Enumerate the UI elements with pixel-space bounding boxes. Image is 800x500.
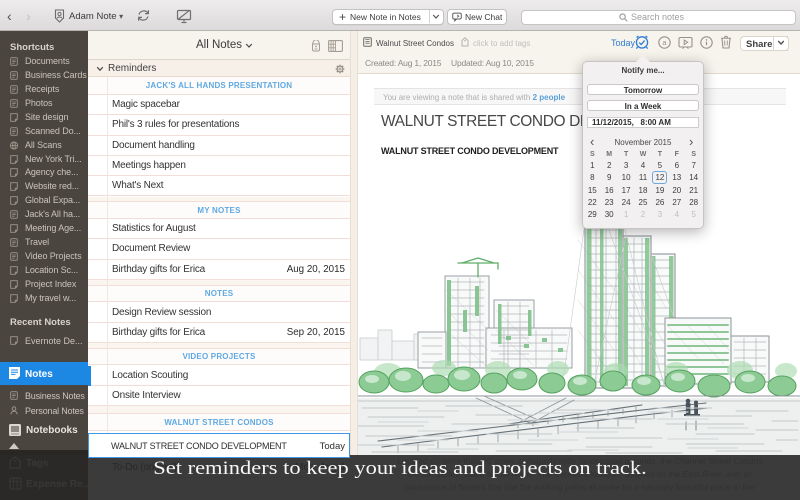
- svg-text:a: a: [662, 38, 667, 47]
